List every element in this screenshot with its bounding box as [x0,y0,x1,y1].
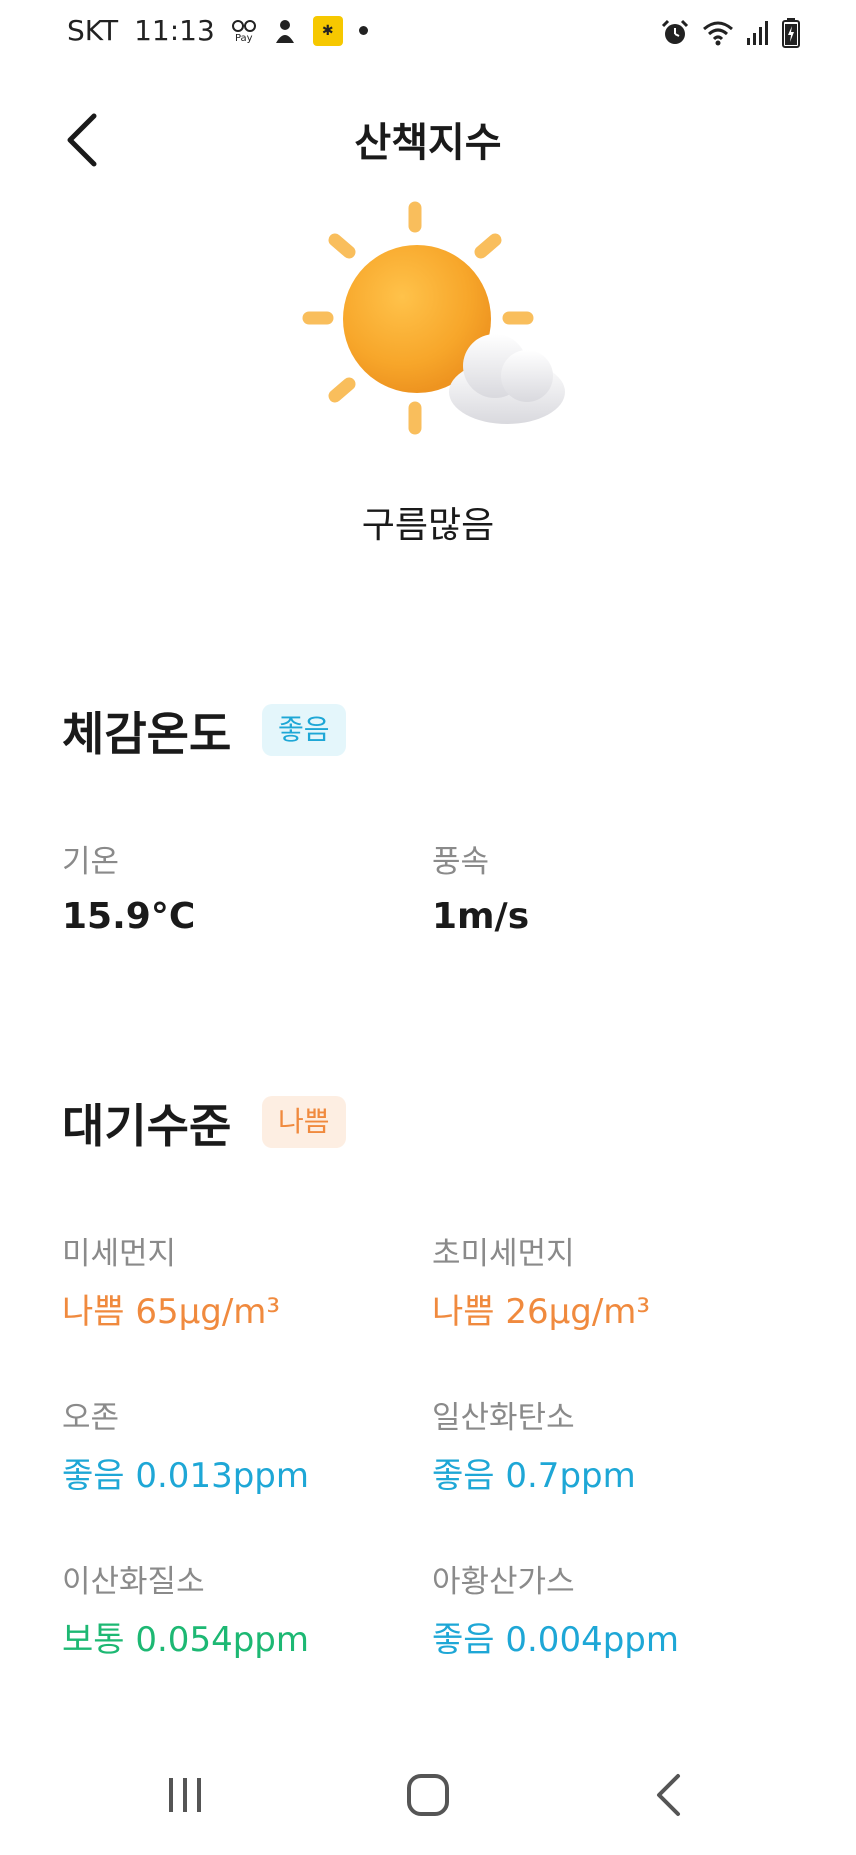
more-notifications-dot-icon [358,26,368,35]
sun-cloud-icon [295,196,565,446]
ozone-value: 좋음 0.013ppm [62,1456,309,1496]
wifi-icon [702,20,734,46]
ultrafine-dust-label: 초미세먼지 [432,1236,575,1272]
weather-condition: 구름많음 [361,505,495,546]
status-left: SKT 11:13 Pay ✱ [67,14,368,47]
ozone-label: 오존 [62,1400,120,1436]
app-notification-icon [273,17,297,45]
sulfur-dioxide-label: 아황산가스 [432,1564,575,1600]
sulfur-dioxide-value: 좋음 0.004ppm [432,1620,679,1660]
wind-value: 1m/s [432,896,530,937]
nitrogen-dioxide-value: 보통 0.054ppm [62,1620,309,1660]
air-quality-badge: 나쁨 [262,1096,346,1148]
alarm-icon [660,18,690,48]
wind-label: 풍속 [432,844,490,880]
pay-label: Pay [234,32,253,44]
nitrogen-dioxide-label: 이산화질소 [62,1564,205,1600]
home-icon [407,1774,449,1816]
recent-apps-icon [169,1778,201,1812]
bank-app-icon: ✱ [312,15,343,46]
status-bar: SKT 11:13 Pay ✱ [0,0,856,70]
clock: 11:13 [134,14,215,47]
feels-like-title: 체감온도 [62,707,232,761]
recent-apps-button[interactable] [150,1760,220,1830]
app-header: 산책지수 [0,80,856,180]
page-title: 산책지수 [354,120,502,166]
ultrafine-dust-value: 나쁨 26μg/m³ [432,1292,651,1332]
battery-charging-icon [782,18,800,48]
air-quality-title: 대기수준 [62,1099,232,1153]
fine-dust-value: 나쁨 65μg/m³ [62,1292,281,1332]
fine-dust-label: 미세먼지 [62,1236,177,1272]
signal-icon [746,20,770,46]
carbon-monoxide-label: 일산화탄소 [432,1400,575,1436]
status-right [660,18,800,48]
temperature-value: 15.9°C [62,896,196,937]
temperature-label: 기온 [62,844,120,880]
system-back-button[interactable] [633,1760,703,1830]
feels-like-badge: 좋음 [262,704,346,756]
home-button[interactable] [393,1760,463,1830]
pay-icon: Pay [231,18,257,44]
system-nav-bar [0,1735,856,1855]
carbon-monoxide-value: 좋음 0.7ppm [432,1456,636,1496]
chevron-left-icon [657,1774,680,1816]
carrier-label: SKT [67,14,119,47]
